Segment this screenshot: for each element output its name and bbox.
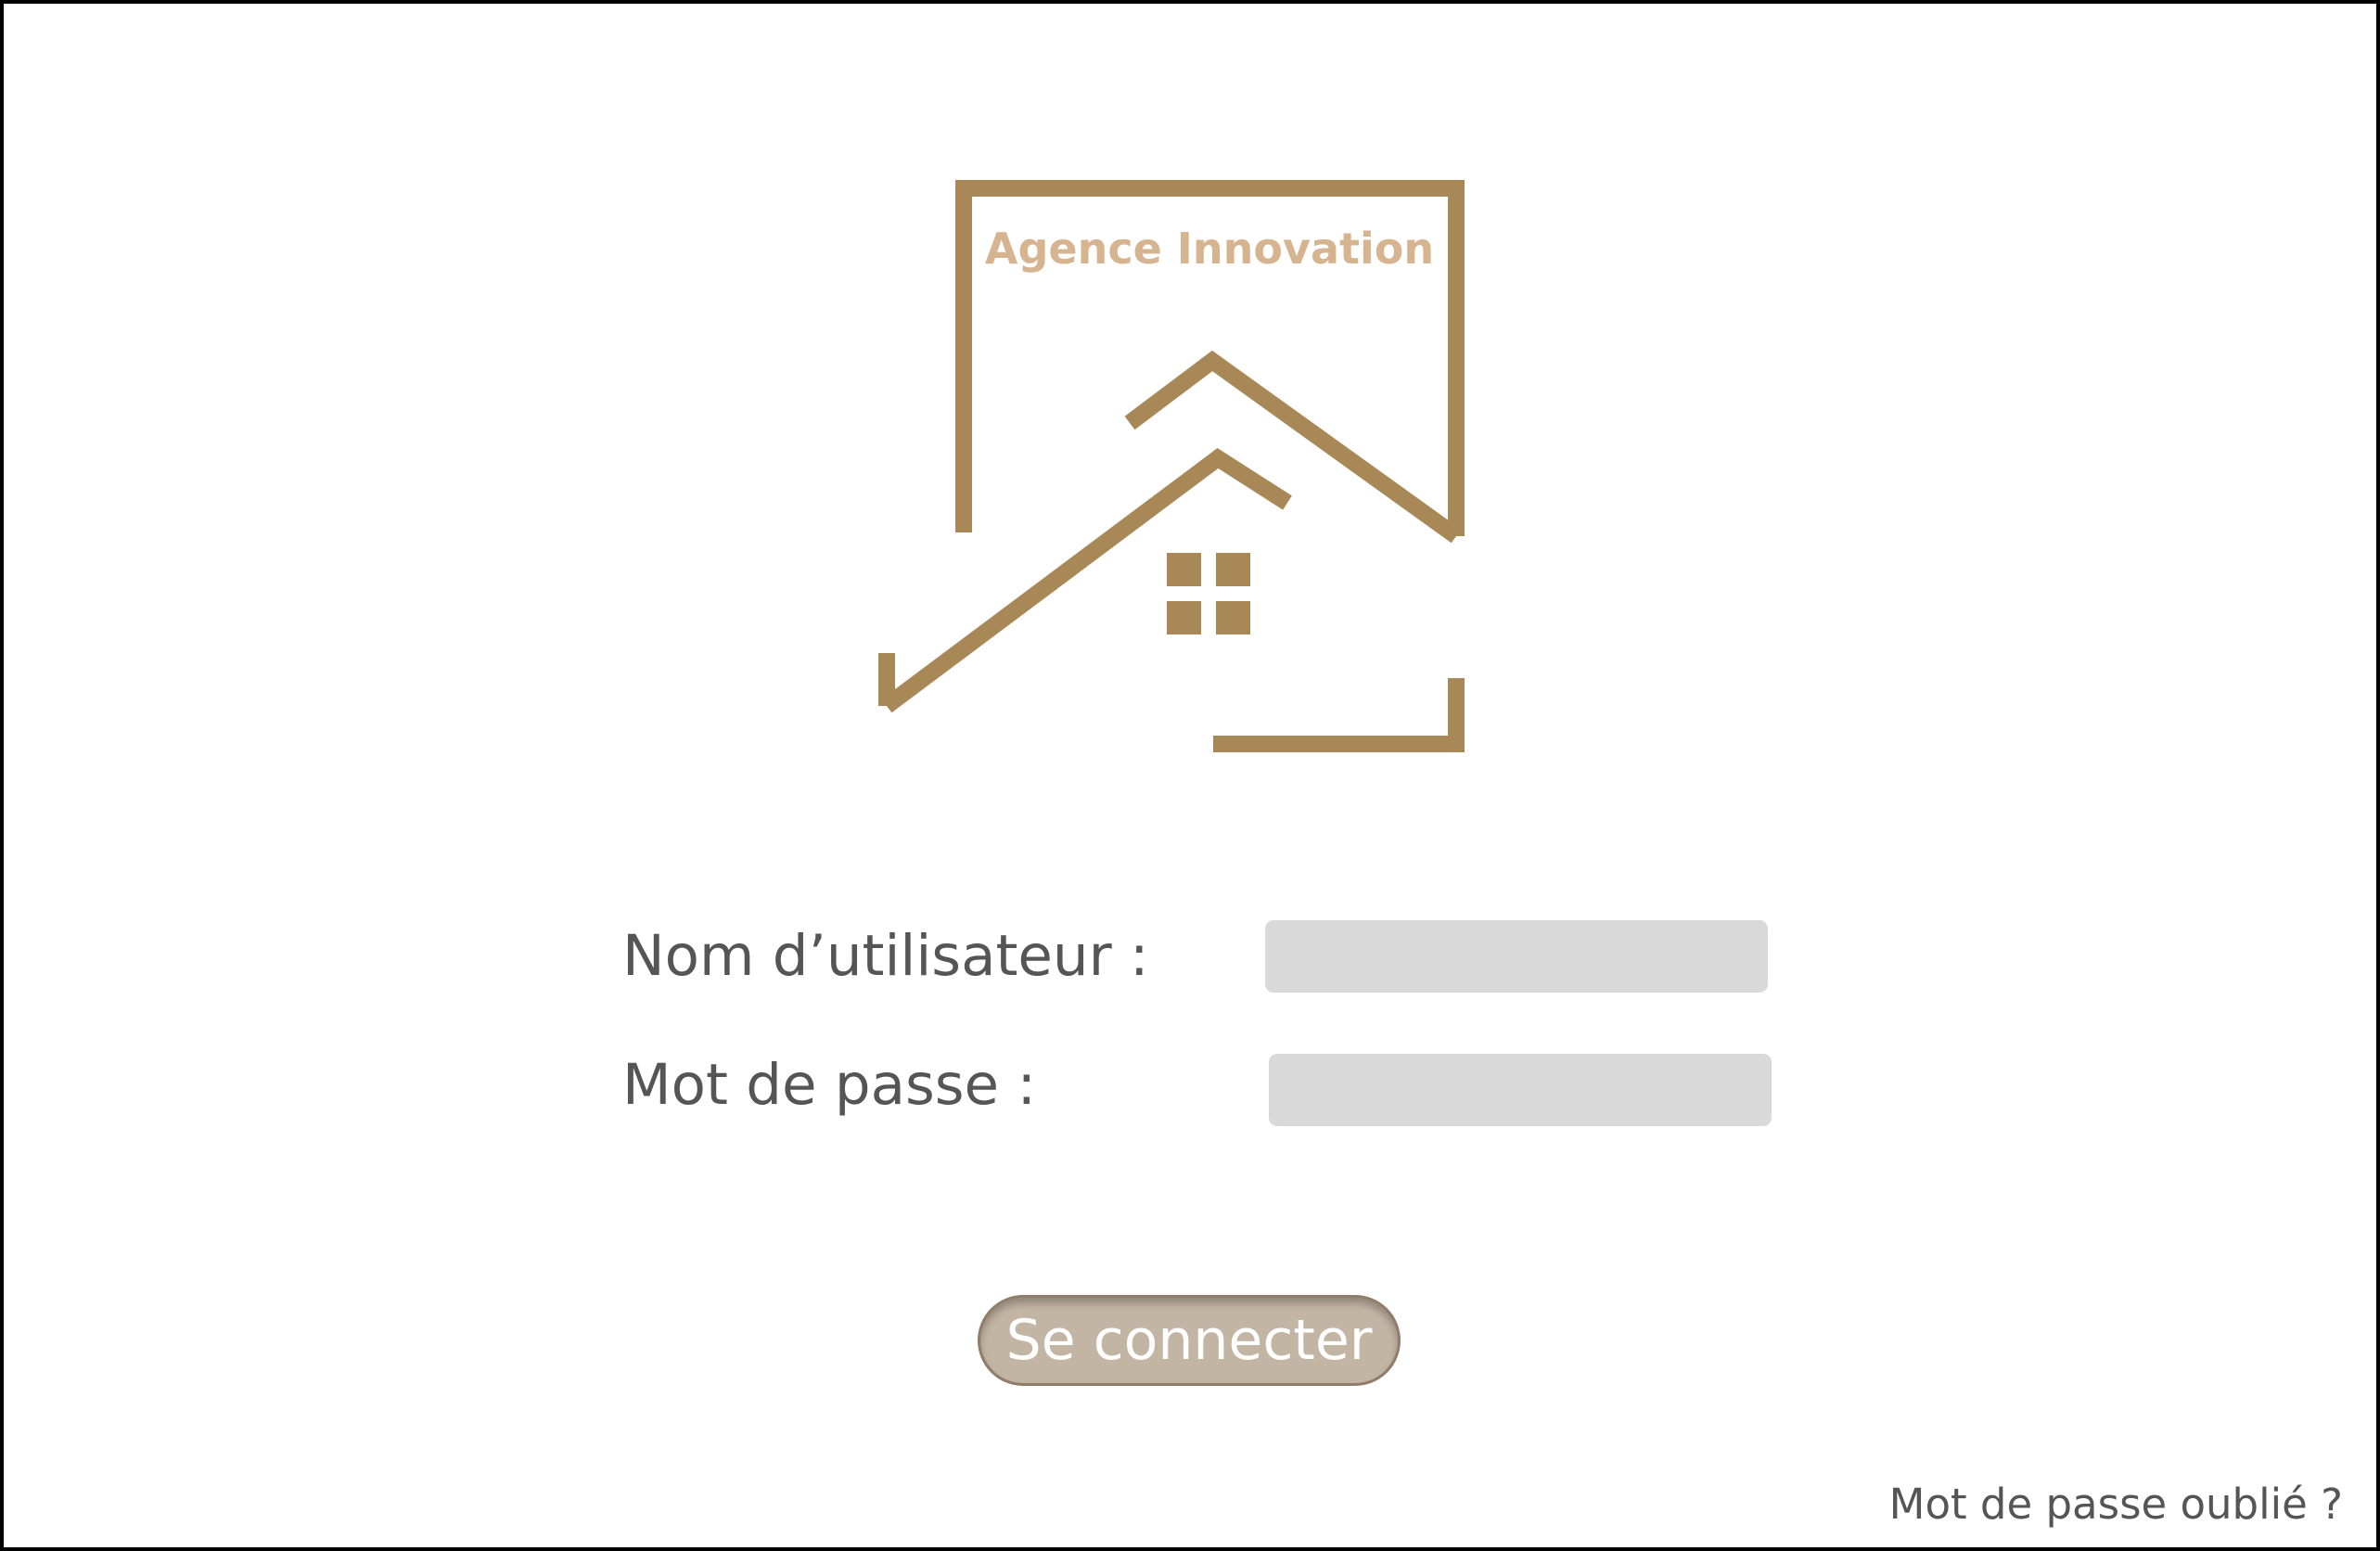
house-roof-logo-icon: Agence Innovation [878,180,1465,752]
username-input[interactable] [1265,920,1768,993]
logo-window-pane [1167,601,1201,634]
forgot-password-link[interactable]: Mot de passe oublié ? [1889,1480,2343,1529]
login-button[interactable]: Se connecter [978,1295,1401,1386]
logo-window-pane [1216,601,1250,634]
agency-logo: Agence Innovation [872,180,1467,757]
login-screen: Agence Innovation Nom d’utilisateur : Mo… [0,0,2380,1551]
password-input[interactable] [1269,1054,1772,1126]
logo-window-pane [1216,553,1250,586]
password-label: Mot de passe : [622,1052,1037,1118]
brand-name: Agence Innovation [985,224,1434,274]
username-label: Nom d’utilisateur : [622,923,1149,989]
logo-upper-roof [1124,350,1462,544]
logo-floor [1213,678,1465,752]
logo-window-pane [1167,553,1201,586]
